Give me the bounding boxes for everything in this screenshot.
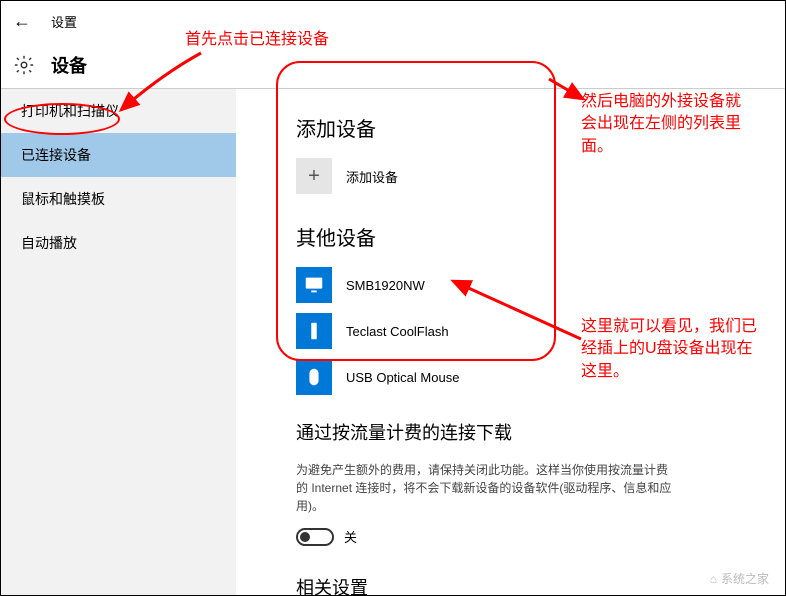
device-label: SMB1920NW	[346, 278, 425, 293]
device-label: Teclast CoolFlash	[346, 324, 449, 339]
page-title: 设备	[51, 52, 87, 78]
sidebar: 打印机和扫描仪 已连接设备 鼠标和触摸板 自动播放	[1, 89, 236, 595]
back-button[interactable]: ←	[13, 11, 31, 32]
add-device-title: 添加设备	[296, 113, 745, 142]
header-title: 设置	[51, 12, 77, 31]
metered-toggle[interactable]	[296, 528, 334, 546]
related-settings-title: 相关设置	[296, 574, 745, 595]
plus-icon: +	[296, 158, 332, 194]
metered-download-desc: 为避免产生额外的费用，请保持关闭此功能。这样当你使用按流量计费的 Interne…	[296, 461, 676, 515]
sidebar-item-autoplay[interactable]: 自动播放	[1, 221, 236, 265]
device-row[interactable]: SMB1920NW	[296, 267, 745, 303]
gear-icon	[13, 54, 35, 76]
sidebar-item-connected-devices[interactable]: 已连接设备	[1, 133, 236, 177]
sidebar-item-mouse-touchpad[interactable]: 鼠标和触摸板	[1, 177, 236, 221]
add-device-label: 添加设备	[346, 167, 398, 186]
monitor-icon	[296, 267, 332, 303]
sidebar-item-printers[interactable]: 打印机和扫描仪	[1, 89, 236, 133]
device-row[interactable]: USB Optical Mouse	[296, 359, 745, 395]
metered-download-title: 通过按流量计费的连接下载	[296, 419, 745, 445]
add-device-button[interactable]: + 添加设备	[296, 158, 745, 194]
other-devices-title: 其他设备	[296, 222, 745, 251]
toggle-knob	[300, 532, 310, 542]
usb-icon	[296, 313, 332, 349]
device-label: USB Optical Mouse	[346, 370, 459, 385]
content-panel: 添加设备 + 添加设备 其他设备 SMB1920NW Teclast CoolF…	[236, 89, 785, 595]
toggle-label: 关	[344, 527, 357, 546]
mouse-icon	[296, 359, 332, 395]
device-row[interactable]: Teclast CoolFlash	[296, 313, 745, 349]
